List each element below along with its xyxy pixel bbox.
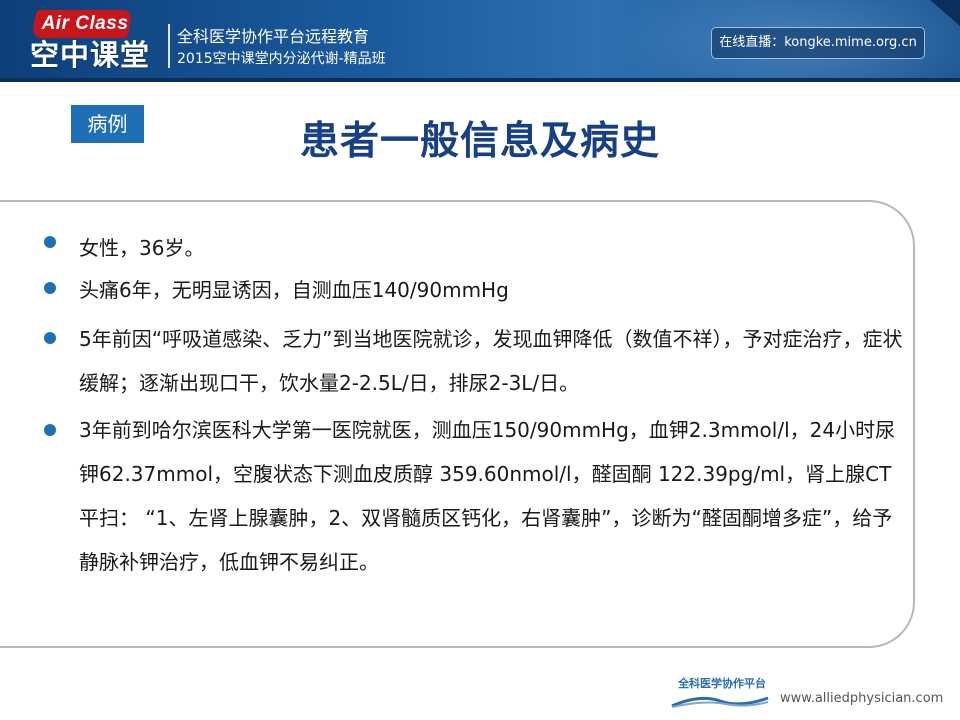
footer-logo-icon (671, 696, 769, 708)
bullet-item: 5年前因“呼吸道感染、乏力”到当地医院就诊，发现血钾降低（数值不祥），予对症治疗… (79, 327, 903, 395)
bullet-item: 头痛6年，无明显诱因，自测血压140/90mmHg (79, 278, 509, 302)
live-stream-link[interactable]: 在线直播：kongke.mime.org.cn (711, 27, 925, 59)
footer-logo-text: 全科医学协作平台 (678, 677, 766, 690)
corner-decoration (930, 0, 960, 26)
logo-text: 空中课堂 (30, 38, 151, 72)
bullet-dot (44, 424, 56, 436)
banner-divider (168, 24, 170, 68)
course-name: 2015空中课堂内分泌代谢-精品班 (177, 51, 386, 67)
bullet-dot (44, 236, 56, 248)
case-tag: 病例 (71, 105, 144, 143)
bullet-dot (44, 282, 56, 294)
logo-badge-text: Air Class (41, 13, 129, 34)
platform-name: 全科医学协作平台远程教育 (177, 27, 370, 46)
footer-url[interactable]: www.alliedphysician.com (780, 688, 950, 710)
bullet-dot (44, 332, 56, 344)
slide-title: 患者一般信息及病史 (299, 119, 660, 164)
bullet-item: 3年前到哈尔滨医科大学第一医院就医，测血压150/90mmHg，血钾2.3mmo… (79, 418, 896, 574)
bullet-item: 女性，36岁。 (79, 236, 205, 260)
banner-bottom-strip (0, 78, 960, 82)
